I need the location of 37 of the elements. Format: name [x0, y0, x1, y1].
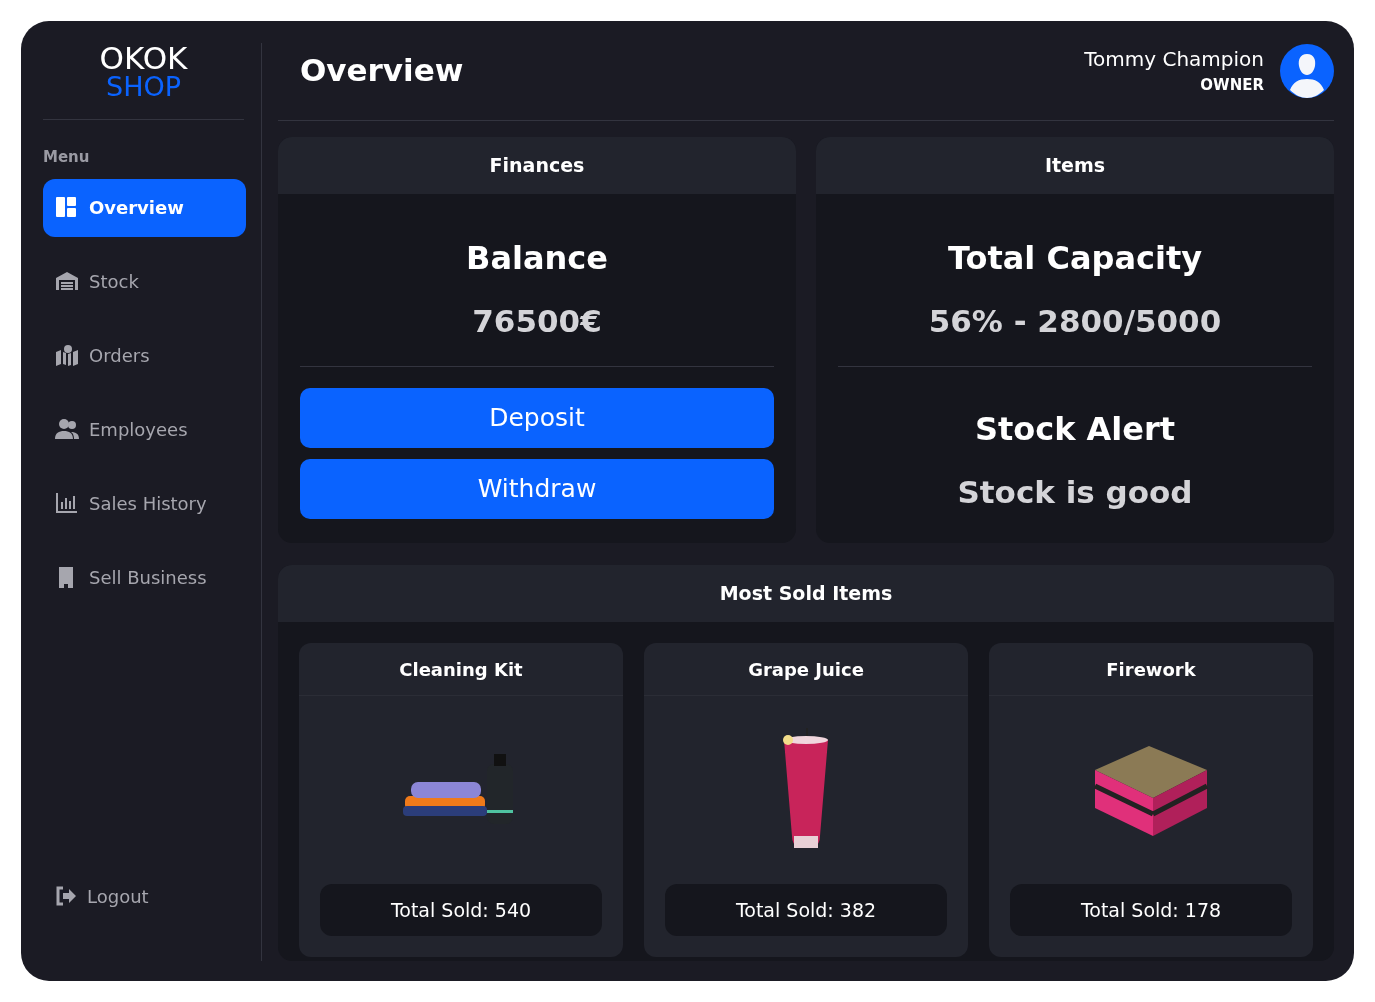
- balance-heading: Balance: [465, 238, 609, 279]
- product-name: Cleaning Kit: [299, 643, 623, 696]
- warehouse-icon: [55, 270, 79, 293]
- logo-text: OKOK: [99, 43, 188, 73]
- capacity-value: 56% - 2800/5000: [927, 302, 1223, 341]
- action-button[interactable]: Withdraw: [300, 459, 774, 519]
- sidebar-item[interactable]: Overview: [43, 178, 246, 237]
- map-pin-icon: [55, 344, 79, 367]
- users-icon: [55, 418, 79, 441]
- chart-icon: [55, 492, 79, 515]
- sidebar-item[interactable]: Sell Business: [43, 548, 246, 607]
- alert-heading: Stock Alert: [973, 409, 1177, 450]
- panel-title: Most Sold Items: [278, 565, 1334, 622]
- capacity-heading: Total Capacity: [946, 238, 1204, 279]
- sidebar-item[interactable]: Employees: [43, 400, 246, 459]
- logout-icon: [55, 886, 77, 906]
- alert-value: Stock is good: [956, 473, 1194, 512]
- action-button[interactable]: Deposit: [300, 388, 774, 448]
- product-name: Grape Juice: [644, 643, 968, 696]
- total-sold: Total Sold: 540: [320, 884, 602, 936]
- product-name: Firework: [989, 643, 1313, 696]
- logo-text: SHOP: [106, 73, 181, 101]
- total-sold: Total Sold: 382: [665, 884, 947, 936]
- user-name: Tommy Champion: [1084, 46, 1264, 74]
- logout-button[interactable]: Logout: [43, 867, 246, 925]
- avatar-icon: [1280, 43, 1334, 98]
- sidebar-item[interactable]: Orders: [43, 326, 246, 385]
- page-title: Overview: [300, 51, 464, 90]
- sidebar-item[interactable]: Stock: [43, 252, 246, 311]
- panel-title: Items: [816, 137, 1334, 194]
- total-sold: Total Sold: 178: [1010, 884, 1292, 936]
- menu-heading: Menu: [43, 147, 91, 168]
- dashboard-icon: [55, 196, 79, 219]
- user-role: OWNER: [1199, 75, 1264, 97]
- sidebar-item[interactable]: Sales History: [43, 474, 246, 533]
- panel-title: Finances: [278, 137, 796, 194]
- balance-value: 76500€: [471, 302, 603, 341]
